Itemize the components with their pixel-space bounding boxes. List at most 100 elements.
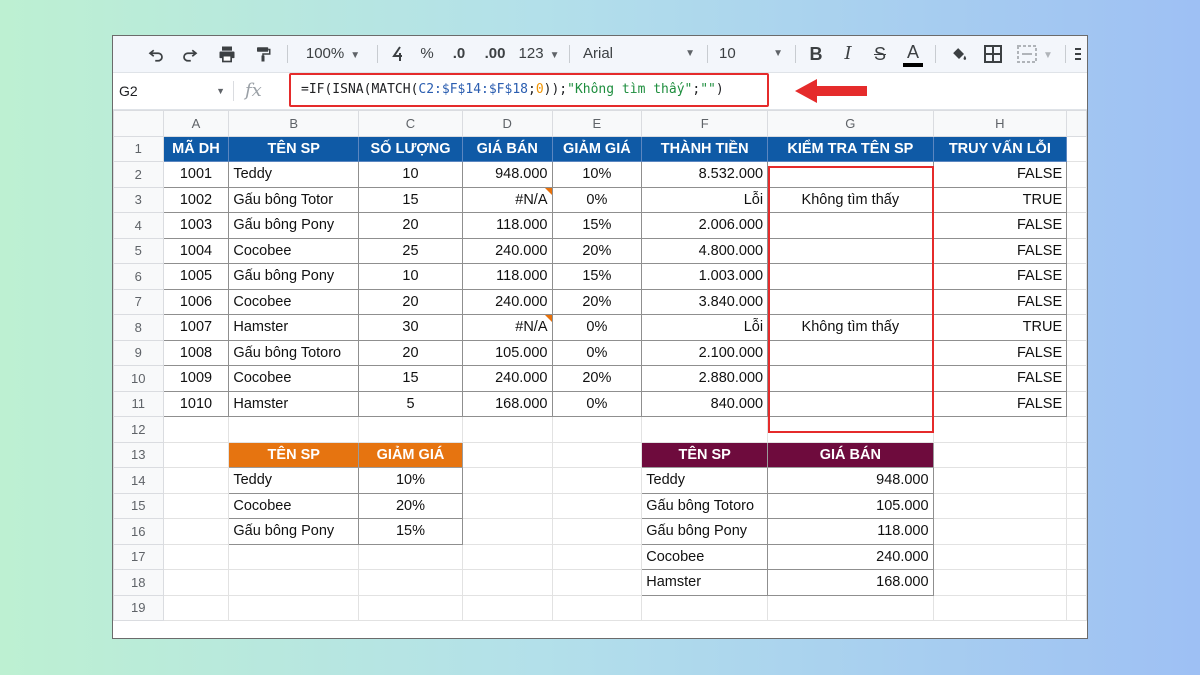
main-table-cell[interactable]: 0% (551, 314, 643, 341)
main-table-cell[interactable]: Hamster (228, 390, 360, 417)
column-header-e[interactable]: E (551, 110, 643, 137)
main-table-cell[interactable] (767, 161, 934, 188)
main-table-cell[interactable]: 1004 (162, 237, 230, 264)
main-table-cell[interactable]: FALSE (932, 263, 1068, 290)
row-header-2[interactable]: 2 (113, 161, 164, 188)
empty-cell[interactable] (1066, 365, 1087, 392)
price-table-cell[interactable]: 118.000 (767, 518, 934, 545)
empty-cell[interactable] (358, 569, 463, 596)
main-table-cell[interactable]: TRUE (932, 186, 1068, 213)
main-table-cell[interactable]: 8.532.000 (641, 161, 769, 188)
empty-cell[interactable] (162, 416, 230, 443)
empty-cell[interactable] (1066, 390, 1087, 417)
fill-color-icon[interactable] (947, 36, 971, 72)
main-table-cell[interactable]: 1003 (162, 212, 230, 239)
main-table-cell[interactable] (767, 212, 934, 239)
main-table-cell[interactable] (767, 263, 934, 290)
main-table-cell[interactable]: 0% (551, 390, 643, 417)
discount-table-cell[interactable]: 15% (358, 518, 463, 545)
empty-cell[interactable] (461, 492, 553, 519)
main-table-cell[interactable]: 1001 (162, 161, 230, 188)
row-header-18[interactable]: 18 (113, 569, 164, 596)
price-table-cell[interactable]: 240.000 (767, 543, 934, 570)
main-table-cell[interactable]: Cocobee (228, 288, 360, 315)
main-table-cell[interactable]: 840.000 (641, 390, 769, 417)
empty-cell[interactable] (1066, 237, 1087, 264)
empty-cell[interactable] (461, 594, 553, 621)
column-header-b[interactable]: B (228, 110, 360, 137)
column-header-a[interactable]: A (162, 110, 230, 137)
main-table-cell[interactable]: 1008 (162, 339, 230, 366)
main-table-cell[interactable]: 168.000 (461, 390, 553, 417)
main-table-cell[interactable]: FALSE (932, 212, 1068, 239)
price-table-cell[interactable]: Gấu bông Totoro (641, 492, 769, 519)
row-header-12[interactable]: 12 (113, 416, 164, 443)
main-table-cell[interactable]: 20% (551, 288, 643, 315)
empty-cell[interactable] (162, 441, 230, 468)
text-color-button[interactable]: A (901, 36, 925, 72)
main-table-cell[interactable]: 25 (358, 237, 463, 264)
column-header-g[interactable]: G (767, 110, 934, 137)
empty-cell[interactable] (551, 441, 643, 468)
main-table-cell[interactable]: 1007 (162, 314, 230, 341)
empty-cell[interactable] (358, 416, 463, 443)
currency-icon[interactable] (387, 36, 409, 72)
main-table-cell[interactable]: Hamster (228, 314, 360, 341)
main-table-cell[interactable]: 10 (358, 161, 463, 188)
discount-table-cell[interactable]: Cocobee (228, 492, 360, 519)
main-table-cell[interactable]: Gấu bông Totoro (228, 339, 360, 366)
main-table-cell[interactable]: 15% (551, 263, 643, 290)
empty-cell[interactable] (932, 543, 1068, 570)
main-table-cell[interactable]: 948.000 (461, 161, 553, 188)
main-table-cell[interactable]: 2.100.000 (641, 339, 769, 366)
empty-cell[interactable] (1066, 467, 1087, 494)
main-table-cell[interactable]: 1009 (162, 365, 230, 392)
empty-cell[interactable] (162, 543, 230, 570)
empty-cell[interactable] (551, 416, 643, 443)
main-table-cell[interactable]: #N/A (461, 314, 553, 341)
main-table-cell[interactable]: FALSE (932, 288, 1068, 315)
main-table-cell[interactable]: Lỗi (641, 186, 769, 213)
empty-cell[interactable] (932, 492, 1068, 519)
empty-cell[interactable] (461, 416, 553, 443)
discount-table-cell[interactable]: 10% (358, 467, 463, 494)
column-header-d[interactable]: D (461, 110, 553, 137)
more-options-icon[interactable] (1071, 36, 1085, 72)
empty-cell[interactable] (767, 594, 934, 621)
empty-cell[interactable] (1066, 339, 1087, 366)
empty-cell[interactable] (1066, 492, 1087, 519)
main-table-cell[interactable]: Cocobee (228, 365, 360, 392)
empty-cell[interactable] (461, 518, 553, 545)
empty-cell[interactable] (1066, 441, 1087, 468)
print-icon[interactable] (213, 36, 241, 72)
main-table-cell[interactable] (767, 288, 934, 315)
merge-cells-icon[interactable]: ▼ (1013, 36, 1057, 72)
row-header-3[interactable]: 3 (113, 186, 164, 213)
row-header-1[interactable]: 1 (113, 135, 164, 162)
empty-cell[interactable] (228, 416, 360, 443)
main-table-cell[interactable] (767, 339, 934, 366)
empty-cell[interactable] (1066, 416, 1087, 443)
empty-cell[interactable] (1066, 135, 1087, 162)
main-table-cell[interactable]: 5 (358, 390, 463, 417)
empty-cell[interactable] (932, 416, 1068, 443)
select-all-corner[interactable] (113, 110, 164, 137)
main-table-cell[interactable]: 118.000 (461, 212, 553, 239)
empty-cell[interactable] (358, 543, 463, 570)
empty-cell[interactable] (358, 594, 463, 621)
empty-cell[interactable] (1066, 212, 1087, 239)
strikethrough-button[interactable]: S (869, 36, 891, 72)
empty-cell[interactable] (551, 518, 643, 545)
main-table-cell[interactable]: Lỗi (641, 314, 769, 341)
main-table-cell[interactable]: TRUE (932, 314, 1068, 341)
row-header-17[interactable]: 17 (113, 543, 164, 570)
main-table-cell[interactable]: 1.003.000 (641, 263, 769, 290)
main-table-cell[interactable]: 105.000 (461, 339, 553, 366)
empty-cell[interactable] (162, 594, 230, 621)
main-table-cell[interactable]: #N/A (461, 186, 553, 213)
empty-cell[interactable] (551, 543, 643, 570)
price-table-cell[interactable]: Gấu bông Pony (641, 518, 769, 545)
main-table-cell[interactable]: 15 (358, 186, 463, 213)
number-format-select[interactable]: 123 ▼ (517, 36, 561, 72)
row-header-8[interactable]: 8 (113, 314, 164, 341)
